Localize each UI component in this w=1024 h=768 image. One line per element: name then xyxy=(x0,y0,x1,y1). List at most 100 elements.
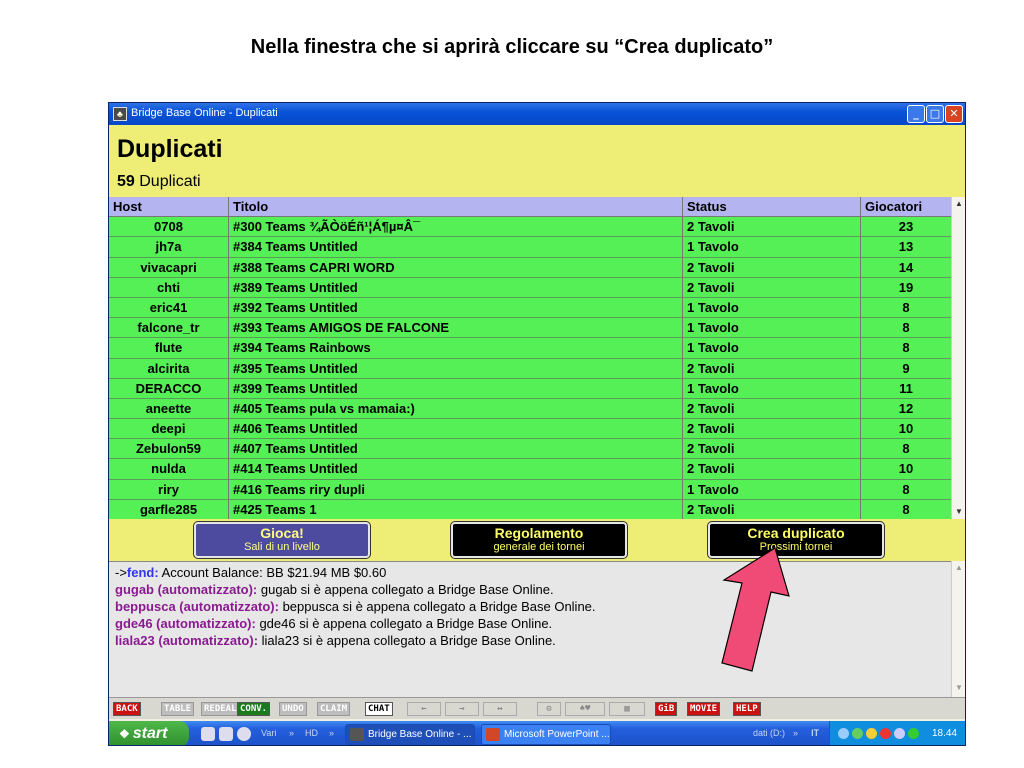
scroll-up-icon[interactable]: ▲ xyxy=(953,198,965,210)
cell-host: garfle285 xyxy=(109,499,229,520)
bbo-task-icon xyxy=(350,728,364,741)
cell-status: 2 Tavoli xyxy=(683,257,861,278)
cell-status: 2 Tavoli xyxy=(683,459,861,480)
cell-host: flute xyxy=(109,338,229,359)
back-button[interactable]: BACK xyxy=(113,702,141,716)
drive-toolbar[interactable]: dati (D:) xyxy=(753,728,785,738)
desktop-icon[interactable] xyxy=(201,727,215,741)
toolbar-chevron-icon[interactable]: » xyxy=(289,728,294,738)
cards-icon[interactable]: ♠♥ xyxy=(565,702,605,716)
vari-toolbar[interactable]: Vari xyxy=(261,728,276,738)
movie-button[interactable]: MOVIE xyxy=(687,702,721,716)
chat-sender[interactable]: gde46 (automatizzato): xyxy=(115,616,256,631)
crea-duplicato-button[interactable]: Crea duplicato Prossimi tornei xyxy=(707,521,885,559)
language-indicator[interactable]: IT xyxy=(811,728,819,738)
table-row[interactable]: jh7a #384 Teams Untitled 1 Tavolo 13 xyxy=(109,237,951,258)
cell-host: alcirita xyxy=(109,358,229,379)
chat-sender[interactable]: beppusca (automatizzato): xyxy=(115,599,279,614)
cell-title: #392 Teams Untitled xyxy=(229,297,683,319)
column-header-giocatori[interactable]: Giocatori xyxy=(861,197,951,218)
table-row[interactable]: alcirita #395 Teams Untitled 2 Tavoli 9 xyxy=(109,358,951,379)
redeal-button[interactable]: REDEAL xyxy=(201,702,240,716)
minimize-button[interactable]: _ xyxy=(907,105,925,123)
cell-host: Zebulon59 xyxy=(109,439,229,460)
table-row[interactable]: deepi #406 Teams Untitled 2 Tavoli 10 xyxy=(109,419,951,440)
chat-scroll-up-icon[interactable]: ▲ xyxy=(953,563,965,575)
chat-scrollbar[interactable]: ▲ ▼ xyxy=(951,561,965,697)
table-row[interactable]: nulda #414 Teams Untitled 2 Tavoli 10 xyxy=(109,459,951,480)
cell-status: 1 Tavolo xyxy=(683,479,861,500)
maximize-button[interactable]: □ xyxy=(926,105,944,123)
cell-status: 1 Tavolo xyxy=(683,338,861,359)
table-row[interactable]: flute #394 Teams Rainbows 1 Tavolo 8 xyxy=(109,338,951,359)
gioca-button[interactable]: Gioca! Sali di un livello xyxy=(193,521,371,559)
toolbar-chevron-icon[interactable]: » xyxy=(329,728,334,738)
security-icon[interactable] xyxy=(880,728,891,739)
layout-icon[interactable]: ▦ xyxy=(609,702,645,716)
table-row[interactable]: DERACCO #399 Teams Untitled 1 Tavolo 11 xyxy=(109,378,951,399)
messenger-icon[interactable] xyxy=(866,728,877,739)
chat-line: ->fend: Account Balance: BB $21.94 MB $0… xyxy=(115,564,959,581)
close-button[interactable]: ✕ xyxy=(945,105,963,123)
cell-title: #416 Teams riry dupli xyxy=(229,479,683,500)
browser-icon[interactable] xyxy=(219,727,233,741)
cell-players: 10 xyxy=(861,419,951,440)
chat-sender[interactable]: gugab (automatizzato): xyxy=(115,582,257,597)
table-row[interactable]: 0708 #300 Teams ¾ÃÒöÉñ¹¦Á¶µ¤Â¯ 2 Tavoli 23 xyxy=(109,217,951,238)
table-row[interactable]: Zebulon59 #407 Teams Untitled 2 Tavoli 8 xyxy=(109,439,951,460)
chat-sender[interactable]: fend: xyxy=(127,565,159,580)
cell-title: #393 Teams AMIGOS DE FALCONE xyxy=(229,318,683,339)
help-button[interactable]: HELP xyxy=(733,702,761,716)
scroll-down-icon[interactable]: ▼ xyxy=(953,506,965,518)
gib-button[interactable]: GiB xyxy=(655,702,678,716)
column-header-titolo[interactable]: Titolo xyxy=(229,197,683,218)
cell-host: eric41 xyxy=(109,297,229,319)
cell-status: 2 Tavoli xyxy=(683,398,861,420)
table-row[interactable]: garfle285 #425 Teams 12 Tavoli 8 xyxy=(109,499,951,520)
cell-host: aneette xyxy=(109,398,229,420)
toolbar-chevron-icon[interactable]: » xyxy=(793,728,798,738)
table-row[interactable]: chti #389 Teams Untitled 2 Tavoli 19 xyxy=(109,277,951,298)
regolamento-button[interactable]: Regolamento generale dei tornei xyxy=(450,521,628,559)
conv-button[interactable]: CONV. xyxy=(237,702,271,716)
window-titlebar[interactable]: ♣ Bridge Base Online - Duplicati _ □ ✕ xyxy=(109,103,965,125)
chat-scroll-down-icon[interactable]: ▼ xyxy=(953,683,965,695)
cell-host: 0708 xyxy=(109,217,229,238)
chat-sender[interactable]: liala23 (automatizzato): xyxy=(115,633,258,648)
network-icon[interactable] xyxy=(852,728,863,739)
network-icon[interactable] xyxy=(838,728,849,739)
table-row[interactable]: falcone_tr #393 Teams AMIGOS DE FALCONE 1 … xyxy=(109,318,951,339)
media-icon[interactable] xyxy=(237,727,251,741)
hd-toolbar[interactable]: HD xyxy=(305,728,318,738)
volume-icon[interactable] xyxy=(894,728,905,739)
table-row[interactable]: vivacapri #388 Teams CAPRI WORD 2 Tavoli 14 xyxy=(109,257,951,278)
table-row[interactable]: eric41 #392 Teams Untitled 1 Tavolo 8 xyxy=(109,297,951,319)
start-button[interactable]: ❖ start xyxy=(109,721,189,745)
table-scrollbar[interactable]: ▲ ▼ xyxy=(951,197,965,519)
settings-gear-icon[interactable]: ⚙ xyxy=(537,702,561,716)
crea-duplicato-sublabel: Prossimi tornei xyxy=(759,541,833,553)
cell-title: #395 Teams Untitled xyxy=(229,358,683,379)
task-powerpoint[interactable]: Microsoft PowerPoint ... xyxy=(481,724,611,745)
cell-host: vivacapri xyxy=(109,257,229,278)
column-header-host[interactable]: Host xyxy=(109,197,229,218)
undo-button[interactable]: UNDO xyxy=(279,702,307,716)
task-bbo[interactable]: Bridge Base Online - ... xyxy=(345,724,475,745)
column-header-status[interactable]: Status xyxy=(683,197,861,218)
table-row[interactable]: aneette #405 Teams pula vs mamaia:) 2 Tavo… xyxy=(109,398,951,420)
arrow-left-button[interactable]: ← xyxy=(407,702,441,716)
cell-title: #388 Teams CAPRI WORD xyxy=(229,257,683,278)
chat-button[interactable]: CHAT xyxy=(365,702,393,716)
cell-players: 14 xyxy=(861,257,951,278)
window-title: Bridge Base Online - Duplicati xyxy=(131,107,278,119)
table-row[interactable]: riry #416 Teams riry dupli 1 Tavolo 8 xyxy=(109,479,951,500)
table-button[interactable]: TABLE xyxy=(161,702,195,716)
slide-title: Nella finestra che si aprirà cliccare su… xyxy=(250,36,774,58)
arrow-right-button[interactable]: → xyxy=(445,702,479,716)
claim-button[interactable]: CLAIM xyxy=(317,702,351,716)
arrow-both-button[interactable]: ↔ xyxy=(483,702,517,716)
crea-duplicato-label: Crea duplicato xyxy=(747,525,845,541)
update-icon[interactable] xyxy=(908,728,919,739)
count-label: Duplicati xyxy=(139,173,201,190)
cell-players: 19 xyxy=(861,277,951,298)
